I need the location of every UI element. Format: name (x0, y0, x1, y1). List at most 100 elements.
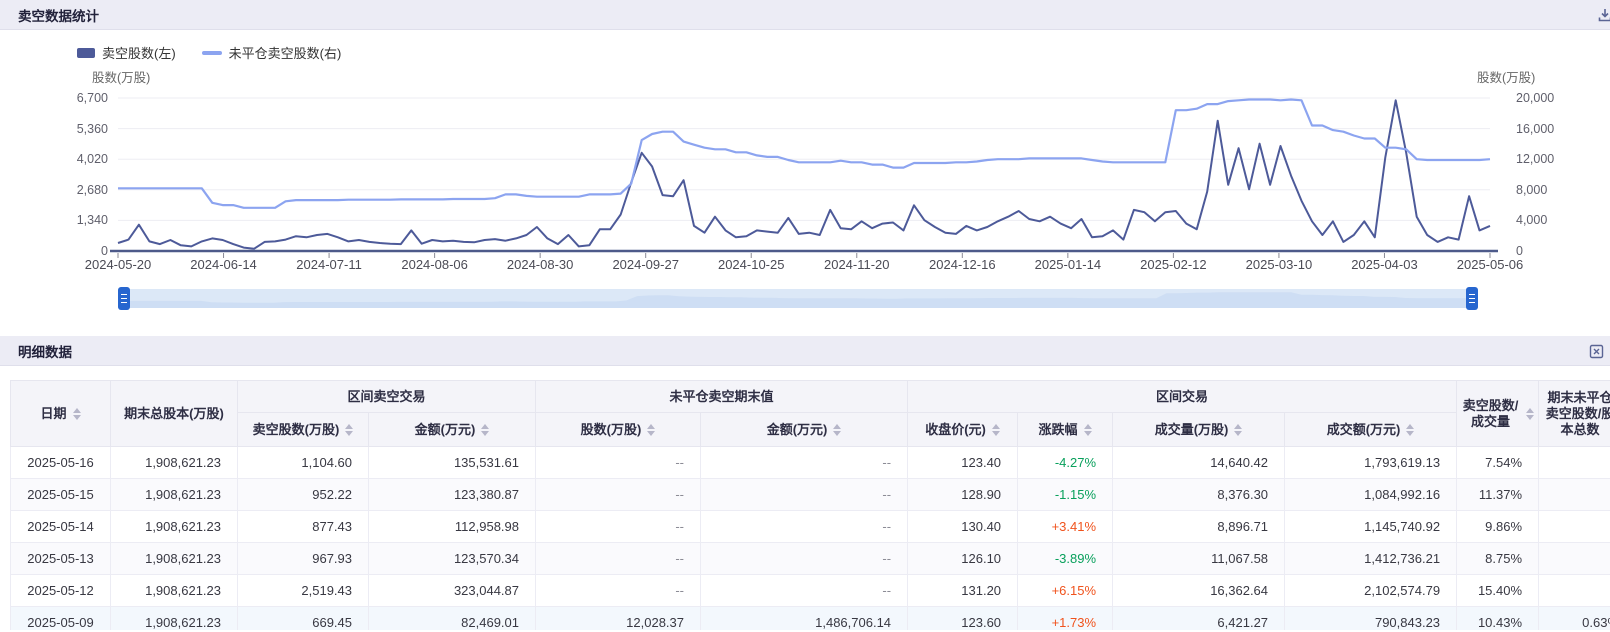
cell-short-ratio: 7.54% (1457, 447, 1539, 479)
col-short-amount[interactable]: 金额(万元) (369, 413, 536, 447)
datazoom-slider[interactable] (118, 289, 1478, 308)
table-row: 2025-05-141,908,621.23877.43112,958.98--… (11, 511, 1610, 543)
col-short-ratio[interactable]: 卖空股数/成交量 (1457, 381, 1539, 447)
col-close-price[interactable]: 收盘价(元) (908, 413, 1018, 447)
cell-close-price: 123.60 (908, 607, 1018, 631)
download-icon[interactable] (1597, 7, 1610, 26)
col-volume[interactable]: 成交量(万股) (1113, 413, 1285, 447)
sort-icon[interactable] (833, 424, 841, 436)
cell-total-share-capital: 1,908,621.23 (111, 511, 238, 543)
cell-volume: 6,421.27 (1113, 607, 1285, 631)
short-shares-line (118, 100, 1490, 248)
cell-open-short-amount: -- (701, 543, 908, 575)
datazoom-preview (118, 289, 1478, 308)
sort-icon[interactable] (345, 424, 353, 436)
cell-close-price: 128.90 (908, 479, 1018, 511)
group-open-short-eop: 未平仓卖空期末值 (536, 381, 908, 413)
cell-change-pct: -1.15% (1018, 479, 1113, 511)
column-header-label: 区间卖空交易 (348, 389, 426, 405)
group-interval-trading: 区间交易 (908, 381, 1457, 413)
cell-close-price: 123.40 (908, 447, 1018, 479)
sort-icon[interactable] (1406, 424, 1414, 436)
col-open-short-ratio[interactable]: 期末未平仓卖空股数/股本总数 (1539, 381, 1610, 447)
x-axis-tick-label: 2025-05-06 (1442, 257, 1538, 272)
table-row: 2025-05-091,908,621.23669.4582,469.0112,… (11, 607, 1610, 631)
sort-icon[interactable] (73, 408, 81, 420)
sort-icon[interactable] (647, 424, 655, 436)
cell-open-short-ratio: -- (1539, 511, 1610, 543)
cell-open-short-amount: -- (701, 447, 908, 479)
left-axis-tick-label: 2,680 (46, 182, 108, 198)
cell-open-short-shares: -- (536, 511, 701, 543)
col-turnover[interactable]: 成交额(万元) (1285, 413, 1457, 447)
cell-short-amount: 123,570.34 (369, 543, 536, 575)
cell-volume: 16,362.64 (1113, 575, 1285, 607)
cell-short-amount: 112,958.98 (369, 511, 536, 543)
table-row: 2025-05-161,908,621.231,104.60135,531.61… (11, 447, 1610, 479)
cell-short-shares: 967.93 (238, 543, 369, 575)
detail-table-container: 日期期末总股本(万股)区间卖空交易未平仓卖空期末值区间交易卖空股数/成交量期末未… (10, 380, 1610, 630)
x-axis-tick-label: 2024-11-20 (809, 257, 905, 272)
cell-short-amount: 82,469.01 (369, 607, 536, 631)
datazoom-right-handle[interactable] (1466, 287, 1478, 310)
sort-icon[interactable] (1234, 424, 1242, 436)
cell-total-share-capital: 1,908,621.23 (111, 479, 238, 511)
table-row: 2025-05-151,908,621.23952.22123,380.87--… (11, 479, 1610, 511)
column-header-label: 成交量(万股) (1155, 422, 1229, 438)
cell-close-price: 130.40 (908, 511, 1018, 543)
cell-volume: 11,067.58 (1113, 543, 1285, 575)
datazoom-left-handle[interactable] (118, 287, 130, 310)
column-header-label: 金额(万元) (767, 422, 828, 438)
x-axis-tick-label: 2024-09-27 (598, 257, 694, 272)
detail-table: 日期期末总股本(万股)区间卖空交易未平仓卖空期末值区间交易卖空股数/成交量期末未… (10, 380, 1610, 630)
cell-date: 2025-05-14 (11, 511, 111, 543)
column-header-label: 日期 (40, 406, 66, 422)
x-axis-tick-label: 2024-07-11 (281, 257, 377, 272)
column-header-label: 成交额(万元) (1327, 422, 1401, 438)
sort-icon[interactable] (1526, 408, 1534, 420)
cell-turnover: 1,793,619.13 (1285, 447, 1457, 479)
cell-close-price: 131.20 (908, 575, 1018, 607)
cell-turnover: 1,145,740.92 (1285, 511, 1457, 543)
left-axis-tick-label: 4,020 (46, 151, 108, 167)
cell-volume: 14,640.42 (1113, 447, 1285, 479)
cell-open-short-shares: 12,028.37 (536, 607, 701, 631)
cell-short-ratio: 8.75% (1457, 543, 1539, 575)
left-axis-tick-label: 5,360 (46, 121, 108, 137)
cell-volume: 8,376.30 (1113, 479, 1285, 511)
cell-close-price: 126.10 (908, 543, 1018, 575)
x-axis-tick-label: 2025-03-10 (1231, 257, 1327, 272)
col-change-pct[interactable]: 涨跌幅 (1018, 413, 1113, 447)
cell-short-shares: 952.22 (238, 479, 369, 511)
col-date[interactable]: 日期 (11, 381, 111, 447)
cell-turnover: 790,843.23 (1285, 607, 1457, 631)
cell-open-short-ratio: -- (1539, 575, 1610, 607)
x-axis-tick-label: 2025-02-12 (1125, 257, 1221, 272)
column-header-label: 涨跌幅 (1039, 422, 1078, 438)
short-data-chart: 卖空股数(左) 未平仓卖空股数(右) 股数(万股) 股数(万股) 01,3402… (0, 31, 1610, 336)
col-open-short-amount[interactable]: 金额(万元) (701, 413, 908, 447)
cell-date: 2025-05-13 (11, 543, 111, 575)
col-short-shares[interactable]: 卖空股数(万股) (238, 413, 369, 447)
cell-date: 2025-05-15 (11, 479, 111, 511)
left-axis-tick-label: 1,340 (46, 212, 108, 228)
sort-icon[interactable] (1084, 424, 1092, 436)
cell-short-amount: 323,044.87 (369, 575, 536, 607)
cell-open-short-amount: -- (701, 511, 908, 543)
column-header-label: 收盘价(元) (925, 422, 986, 438)
cell-total-share-capital: 1,908,621.23 (111, 575, 238, 607)
cell-open-short-ratio: -- (1539, 447, 1610, 479)
cell-total-share-capital: 1,908,621.23 (111, 543, 238, 575)
cell-turnover: 2,102,574.79 (1285, 575, 1457, 607)
table-row: 2025-05-131,908,621.23967.93123,570.34 --… (11, 543, 1610, 575)
sort-icon[interactable] (481, 424, 489, 436)
chart-plot-area[interactable] (0, 31, 1610, 281)
export-close-icon[interactable] (1589, 344, 1604, 362)
col-open-short-shares[interactable]: 股数(万股) (536, 413, 701, 447)
group-interval-short-trading: 区间卖空交易 (238, 381, 536, 413)
cell-turnover: 1,412,736.21 (1285, 543, 1457, 575)
sort-icon[interactable] (992, 424, 1000, 436)
column-header-label: 股数(万股) (581, 422, 642, 438)
cell-change-pct: +6.15% (1018, 575, 1113, 607)
cell-short-shares: 669.45 (238, 607, 369, 631)
